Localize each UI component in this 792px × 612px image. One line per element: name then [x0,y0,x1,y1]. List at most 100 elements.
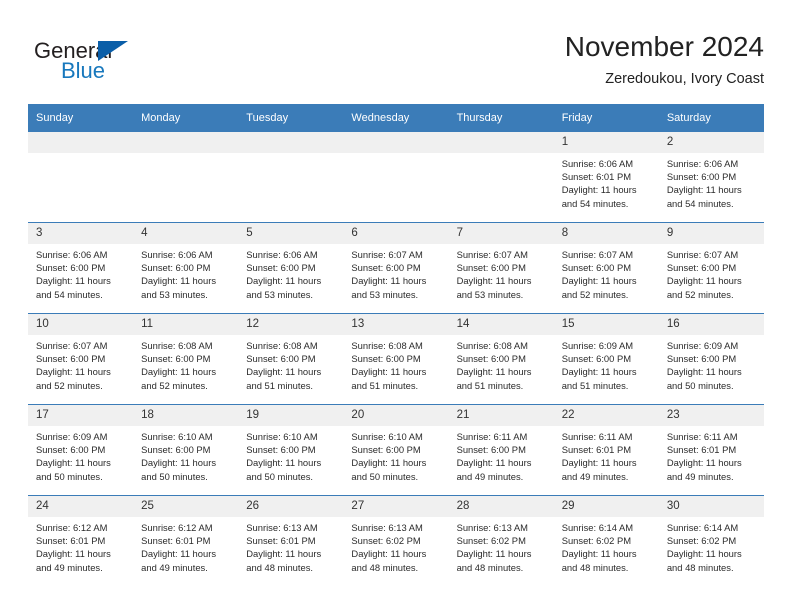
calendar-day-cell[interactable]: 6 Sunrise: 6:07 AM Sunset: 6:00 PM Daylight… [343,222,449,314]
sunset-text: Sunset: 6:01 PM [246,535,316,547]
calendar-day-cell[interactable] [238,132,344,223]
calendar-day-cell[interactable] [448,132,554,223]
calendar-day-cell[interactable]: 26 Sunrise: 6:13 AM Sunset: 6:01 PM Dayligh… [238,495,344,586]
calendar-day-cell[interactable]: 14 Sunrise: 6:08 AM Sunset: 6:00 PM Dayligh… [448,313,554,405]
sunrise-text: Sunrise: 6:08 AM [141,340,213,351]
calendar-day-cell[interactable]: 17 Sunrise: 6:09 AM Sunset: 6:00 PM Dayligh… [28,404,134,496]
daylight-text-line2: and 50 minutes. [351,470,419,482]
day-number: 3 [28,223,134,244]
calendar-day-cell[interactable]: 27 Sunrise: 6:13 AM Sunset: 6:02 PM Dayligh… [343,495,449,586]
daylight-text-line1: Daylight: 11 hours [351,275,427,287]
sunset-text: Sunset: 6:02 PM [351,535,421,547]
sunrise-text: Sunrise: 6:06 AM [141,249,213,260]
calendar-day-cell[interactable]: 10 Sunrise: 6:07 AM Sunset: 6:00 PM Dayligh… [28,313,134,405]
daylight-text-line1: Daylight: 11 hours [351,548,427,560]
daylight-text-line1: Daylight: 11 hours [246,275,322,287]
sunset-text: Sunset: 6:02 PM [561,535,632,547]
daylight-text-line1: Daylight: 11 hours [351,366,427,378]
day-details: Sunrise: 6:13 AM Sunset: 6:01 PM Daylight:… [238,517,343,574]
calendar-day-cell[interactable]: 5 Sunrise: 6:06 AM Sunset: 6:00 PM Daylight… [238,222,344,314]
calendar-day-cell[interactable]: 8 Sunrise: 6:07 AM Sunset: 6:00 PM Daylight… [553,222,659,314]
daylight-text-line2: and 54 minutes. [666,197,734,209]
calendar-day-cell[interactable]: 11 Sunrise: 6:08 AM Sunset: 6:00 PM Dayligh… [133,313,239,405]
day-number: 20 [343,405,449,426]
day-number: 21 [448,405,554,426]
sunrise-text: Sunrise: 6:10 AM [246,431,318,442]
day-number: 26 [238,496,344,517]
sunset-text: Sunset: 6:02 PM [666,535,737,547]
sunset-text: Sunset: 6:00 PM [666,353,737,365]
sunrise-text: Sunrise: 6:09 AM [36,431,108,442]
day-details: Sunrise: 6:09 AM Sunset: 6:00 PM Daylight:… [28,426,133,483]
day-number: 19 [238,405,344,426]
daylight-text-line1: Daylight: 11 hours [36,366,111,378]
day-details: Sunrise: 6:07 AM Sunset: 6:00 PM Daylight:… [449,244,554,301]
calendar-day-cell[interactable] [133,132,239,223]
sunset-text: Sunset: 6:00 PM [246,444,316,456]
calendar-column-header: Thursday [448,104,554,132]
calendar-day-cell[interactable] [343,132,449,223]
day-number: 25 [133,496,239,517]
calendar-day-cell[interactable]: 12 Sunrise: 6:08 AM Sunset: 6:00 PM Dayligh… [238,313,344,405]
calendar-day-cell[interactable]: 16 Sunrise: 6:09 AM Sunset: 6:00 PM Dayligh… [658,313,764,405]
calendar-day-cell[interactable]: 22 Sunrise: 6:11 AM Sunset: 6:01 PM Dayligh… [553,404,659,496]
day-number [133,132,239,153]
day-details: Sunrise: 6:06 AM Sunset: 6:00 PM Daylight:… [659,153,764,210]
calendar-day-cell[interactable]: 1 Sunrise: 6:06 AM Sunset: 6:01 PM Daylight… [553,132,659,223]
day-details: Sunrise: 6:12 AM Sunset: 6:01 PM Daylight:… [28,517,133,574]
calendar-day-cell[interactable]: 13 Sunrise: 6:08 AM Sunset: 6:00 PM Dayligh… [343,313,449,405]
calendar-day-cell[interactable]: 2 Sunrise: 6:06 AM Sunset: 6:00 PM Daylight… [658,132,764,223]
calendar-day-cell[interactable]: 25 Sunrise: 6:12 AM Sunset: 6:01 PM Dayligh… [133,495,239,586]
calendar-day-cell[interactable]: 28 Sunrise: 6:13 AM Sunset: 6:02 PM Dayligh… [448,495,554,586]
daylight-text-line1: Daylight: 11 hours [666,366,742,378]
day-details: Sunrise: 6:11 AM Sunset: 6:01 PM Daylight:… [659,426,764,483]
calendar-day-cell[interactable]: 9 Sunrise: 6:07 AM Sunset: 6:00 PM Daylight… [658,222,764,314]
sunrise-text: Sunrise: 6:07 AM [561,249,634,260]
calendar-day-cell[interactable]: 21 Sunrise: 6:11 AM Sunset: 6:00 PM Dayligh… [448,404,554,496]
daylight-text-line1: Daylight: 11 hours [666,275,742,287]
day-details: Sunrise: 6:11 AM Sunset: 6:01 PM Daylight:… [554,426,659,483]
daylight-text-line2: and 54 minutes. [36,288,103,300]
calendar-day-cell[interactable] [28,132,134,223]
sunrise-text: Sunrise: 6:13 AM [456,522,528,533]
daylight-text-line2: and 48 minutes. [246,561,313,573]
calendar-day-cell[interactable]: 20 Sunrise: 6:10 AM Sunset: 6:00 PM Dayligh… [343,404,449,496]
daylight-text-line2: and 51 minutes. [351,379,419,391]
general-blue-logo[interactable]: General Blue [28,34,228,84]
sunset-text: Sunset: 6:00 PM [666,171,737,183]
daylight-text-line2: and 52 minutes. [36,379,103,391]
calendar-day-cell[interactable]: 15 Sunrise: 6:09 AM Sunset: 6:00 PM Dayligh… [553,313,659,405]
day-details: Sunrise: 6:08 AM Sunset: 6:00 PM Daylight:… [343,335,448,392]
column-header-label: Thursday [456,112,503,124]
logo-text-blue: Blue [61,58,106,83]
calendar-day-cell[interactable]: 24 Sunrise: 6:12 AM Sunset: 6:01 PM Dayligh… [28,495,134,586]
day-number: 9 [658,223,764,244]
sunset-text: Sunset: 6:00 PM [36,262,106,274]
day-details: Sunrise: 6:08 AM Sunset: 6:00 PM Daylight:… [133,335,238,392]
day-number: 18 [133,405,239,426]
calendar-day-cell[interactable]: 18 Sunrise: 6:10 AM Sunset: 6:00 PM Dayligh… [133,404,239,496]
day-details: Sunrise: 6:13 AM Sunset: 6:02 PM Daylight:… [343,517,448,574]
calendar-day-cell[interactable]: 19 Sunrise: 6:10 AM Sunset: 6:00 PM Dayligh… [238,404,344,496]
calendar-day-cell[interactable]: 30 Sunrise: 6:14 AM Sunset: 6:02 PM Dayligh… [658,495,764,586]
sunset-text: Sunset: 6:00 PM [456,262,526,274]
calendar-day-cell[interactable]: 23 Sunrise: 6:11 AM Sunset: 6:01 PM Dayligh… [658,404,764,496]
day-number: 7 [448,223,554,244]
sunset-text: Sunset: 6:01 PM [141,535,211,547]
calendar-day-cell[interactable]: 7 Sunrise: 6:07 AM Sunset: 6:00 PM Daylight… [448,222,554,314]
calendar-day-cell[interactable]: 4 Sunrise: 6:06 AM Sunset: 6:00 PM Daylight… [133,222,239,314]
daylight-text-line2: and 49 minutes. [456,470,524,482]
sunrise-text: Sunrise: 6:10 AM [141,431,213,442]
calendar-day-cell[interactable]: 3 Sunrise: 6:06 AM Sunset: 6:00 PM Daylight… [28,222,134,314]
column-header-label: Wednesday [351,112,410,124]
sunrise-text: Sunrise: 6:14 AM [561,522,634,533]
calendar-day-cell[interactable]: 29 Sunrise: 6:14 AM Sunset: 6:02 PM Dayligh… [553,495,659,586]
sunset-text: Sunset: 6:00 PM [246,262,316,274]
daylight-text-line2: and 53 minutes. [351,288,419,300]
day-details: Sunrise: 6:08 AM Sunset: 6:00 PM Daylight:… [238,335,343,392]
day-number: 4 [133,223,239,244]
day-number: 13 [343,314,449,335]
day-details: Sunrise: 6:09 AM Sunset: 6:00 PM Daylight:… [659,335,764,392]
sunset-text: Sunset: 6:00 PM [351,353,421,365]
calendar-grid: Sunday Monday Tuesday Wednesday Thursday Frid… [28,104,764,586]
